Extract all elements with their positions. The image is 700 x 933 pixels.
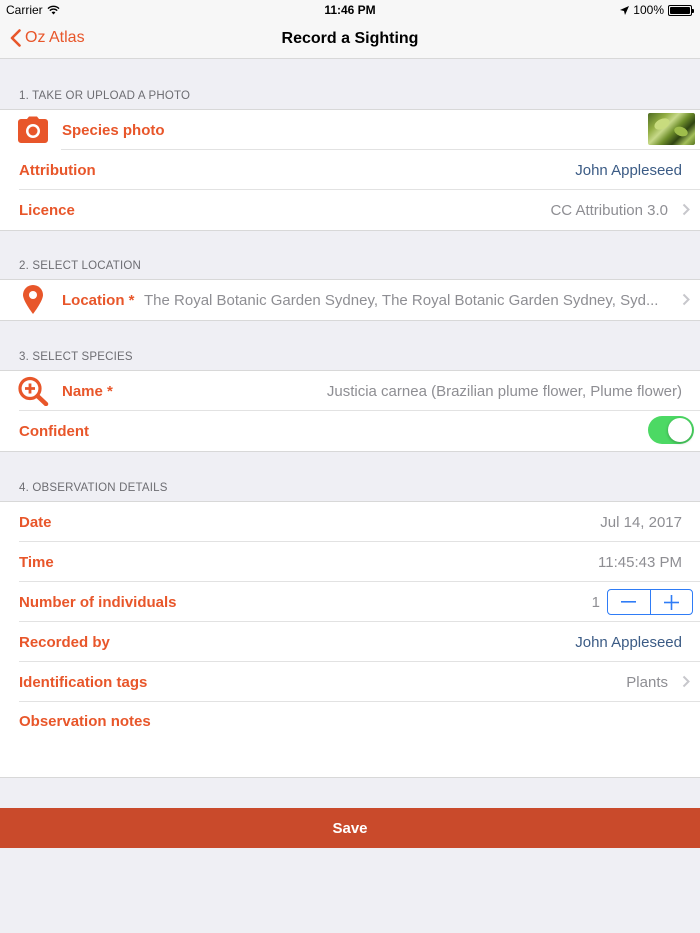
recorded-by-label: Recorded by [19, 633, 110, 651]
section-header-species: 3. SELECT SPECIES [19, 351, 133, 363]
location-group: Location * The Royal Botanic Garden Sydn… [0, 279, 700, 321]
camera-icon [17, 115, 49, 145]
toggle-knob [668, 418, 692, 442]
chevron-right-icon [682, 203, 690, 216]
observation-notes-row[interactable]: Observation notes [0, 702, 700, 777]
species-name-label: Name * [62, 382, 113, 400]
date-row[interactable]: Date Jul 14, 2017 [0, 502, 700, 542]
confident-label: Confident [19, 422, 89, 440]
section-header-details: 4. OBSERVATION DETAILS [19, 482, 168, 494]
location-value: The Royal Botanic Garden Sydney, The Roy… [144, 291, 659, 309]
location-arrow-icon [620, 5, 630, 15]
location-label: Location * [62, 291, 135, 309]
attribution-row[interactable]: Attribution John Appleseed [0, 150, 700, 190]
confident-row: Confident [0, 411, 700, 451]
status-time: 11:46 PM [324, 3, 376, 17]
species-name-value: Justicia carnea (Brazilian plume flower,… [326, 382, 682, 400]
identification-tags-row[interactable]: Identification tags Plants [0, 662, 700, 702]
identification-tags-label: Identification tags [19, 673, 148, 691]
location-row[interactable]: Location * The Royal Botanic Garden Sydn… [0, 280, 700, 320]
confident-toggle[interactable] [648, 416, 694, 444]
navigation-bar: Oz Atlas Record a Sighting [0, 20, 700, 59]
licence-label: Licence [19, 201, 75, 219]
section-header-location: 2. SELECT LOCATION [19, 260, 142, 272]
quantity-stepper [607, 589, 693, 615]
increment-button[interactable] [649, 590, 693, 614]
save-button[interactable]: Save [0, 808, 700, 848]
status-bar: Carrier 11:46 PM 100% [0, 0, 700, 20]
minus-icon [621, 601, 637, 603]
page-title: Record a Sighting [281, 30, 419, 47]
individuals-label: Number of individuals [19, 593, 177, 611]
photo-group: Species photo Attribution John Appleseed… [0, 109, 700, 231]
location-pin-icon [17, 285, 49, 315]
species-photo-thumbnail[interactable] [648, 113, 695, 145]
search-plus-icon [17, 376, 49, 406]
recorded-by-value[interactable]: John Appleseed [575, 634, 682, 651]
individuals-row: Number of individuals 1 [0, 582, 700, 622]
decrement-button[interactable] [608, 590, 650, 614]
observation-notes-label: Observation notes [19, 713, 151, 730]
species-name-row[interactable]: Name * Justicia carnea (Brazilian plume … [0, 371, 700, 411]
date-value: Jul 14, 2017 [600, 513, 682, 531]
individuals-value: 1 [591, 593, 600, 611]
species-photo-row[interactable]: Species photo [0, 110, 700, 150]
time-value: 11:45:43 PM [598, 553, 682, 571]
licence-row[interactable]: Licence CC Attribution 3.0 [0, 190, 700, 230]
species-photo-label: Species photo [62, 121, 165, 139]
chevron-right-icon [682, 675, 690, 688]
status-right: 100% [620, 3, 694, 17]
battery-percent: 100% [633, 3, 664, 17]
attribution-value[interactable]: John Appleseed [575, 162, 682, 179]
licence-value: CC Attribution 3.0 [550, 201, 668, 219]
species-group: Name * Justicia carnea (Brazilian plume … [0, 370, 700, 452]
time-label: Time [19, 553, 54, 571]
battery-icon [668, 4, 694, 16]
time-row[interactable]: Time 11:45:43 PM [0, 542, 700, 582]
plus-icon [663, 594, 679, 610]
details-group: Date Jul 14, 2017 Time 11:45:43 PM Numbe… [0, 501, 700, 778]
section-header-photo: 1. TAKE OR UPLOAD A PHOTO [19, 90, 191, 102]
attribution-label: Attribution [19, 161, 96, 179]
identification-tags-value: Plants [626, 673, 668, 691]
recorded-by-row[interactable]: Recorded by John Appleseed [0, 622, 700, 662]
chevron-right-icon [682, 293, 690, 306]
date-label: Date [19, 513, 52, 531]
